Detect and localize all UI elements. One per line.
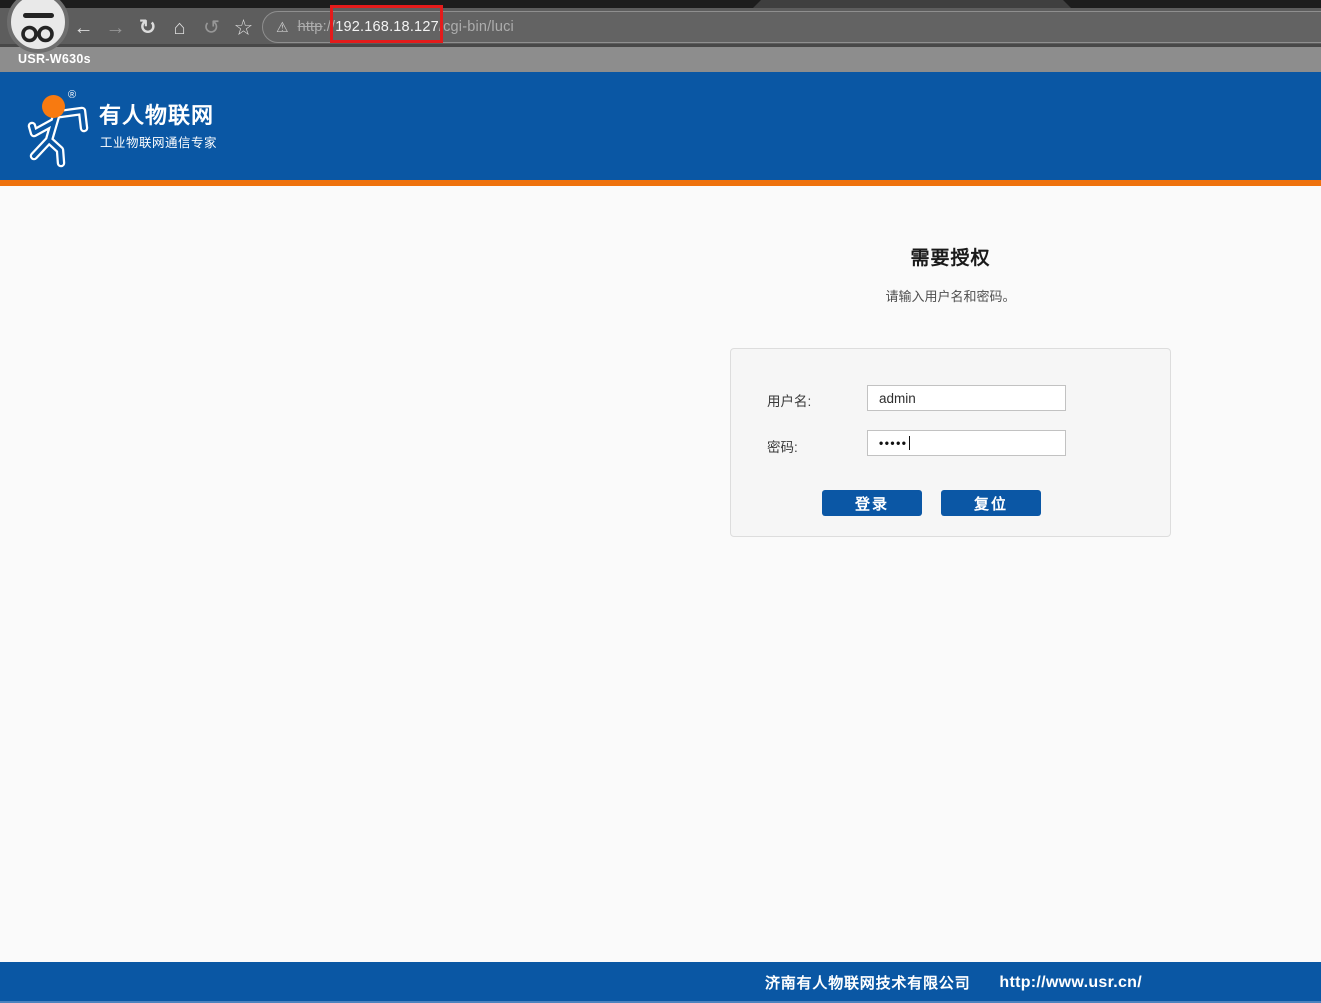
undo-icon[interactable]: ↺ bbox=[200, 18, 223, 38]
device-hostname-bar: USR-W630s bbox=[0, 47, 1321, 72]
home-icon[interactable]: ⌂ bbox=[168, 18, 191, 38]
annotation-highlight-box bbox=[330, 5, 443, 43]
password-masked-value: ••••• bbox=[879, 436, 908, 450]
company-website-link[interactable]: http://www.usr.cn/ bbox=[999, 974, 1142, 992]
bookmark-icon[interactable]: ☆ bbox=[232, 17, 255, 39]
usr-logo-icon: ® bbox=[24, 84, 90, 168]
url-scheme: http bbox=[298, 19, 323, 35]
brand-tagline: 工业物联网通信专家 bbox=[100, 132, 217, 151]
forward-icon[interactable]: → bbox=[104, 18, 127, 38]
not-secure-warning-icon: ⚠ bbox=[276, 19, 289, 36]
login-button[interactable]: 登录 bbox=[822, 490, 922, 516]
page-body: 需要授权 请输入用户名和密码。 用户名: 密码: ••••• 登录 复位 bbox=[0, 186, 1321, 962]
device-hostname: USR-W630s bbox=[18, 52, 91, 66]
password-input[interactable]: ••••• bbox=[867, 430, 1066, 456]
login-panel: 用户名: 密码: ••••• 登录 复位 bbox=[730, 348, 1171, 537]
reset-button[interactable]: 复位 bbox=[941, 490, 1041, 516]
reload-icon[interactable]: ↻ bbox=[136, 17, 159, 38]
username-label: 用户名: bbox=[767, 390, 811, 410]
nav-icons: ← → ↻ ⌂ ↺ ☆ bbox=[72, 8, 255, 47]
company-name: 济南有人物联网技术有限公司 bbox=[765, 972, 970, 993]
username-input[interactable] bbox=[867, 385, 1066, 411]
brand-header: ® 有人物联网 工业物联网通信专家 bbox=[0, 72, 1321, 180]
auth-title: 需要授权 bbox=[730, 243, 1171, 270]
registered-mark: ® bbox=[68, 89, 76, 101]
url-path: /cgi-bin/luci bbox=[439, 19, 514, 35]
browser-tabstrip bbox=[0, 0, 1321, 8]
incognito-icon bbox=[7, 0, 69, 53]
password-label: 密码: bbox=[767, 436, 798, 456]
page-footer: 济南有人物联网技术有限公司 http://www.usr.cn/ bbox=[0, 962, 1321, 1003]
back-icon[interactable]: ← bbox=[72, 18, 95, 38]
browser-tab[interactable] bbox=[753, 0, 1071, 8]
text-caret bbox=[909, 436, 910, 450]
browser-toolbar: ← → ↻ ⌂ ↺ ☆ ⚠ http://192.168.18.127/cgi-… bbox=[0, 8, 1321, 47]
brand-name: 有人物联网 bbox=[99, 98, 214, 130]
footer-content: 济南有人物联网技术有限公司 http://www.usr.cn/ bbox=[765, 962, 1142, 1003]
auth-subtitle: 请输入用户名和密码。 bbox=[730, 286, 1171, 305]
screen: ← → ↻ ⌂ ↺ ☆ ⚠ http://192.168.18.127/cgi-… bbox=[0, 0, 1321, 1003]
